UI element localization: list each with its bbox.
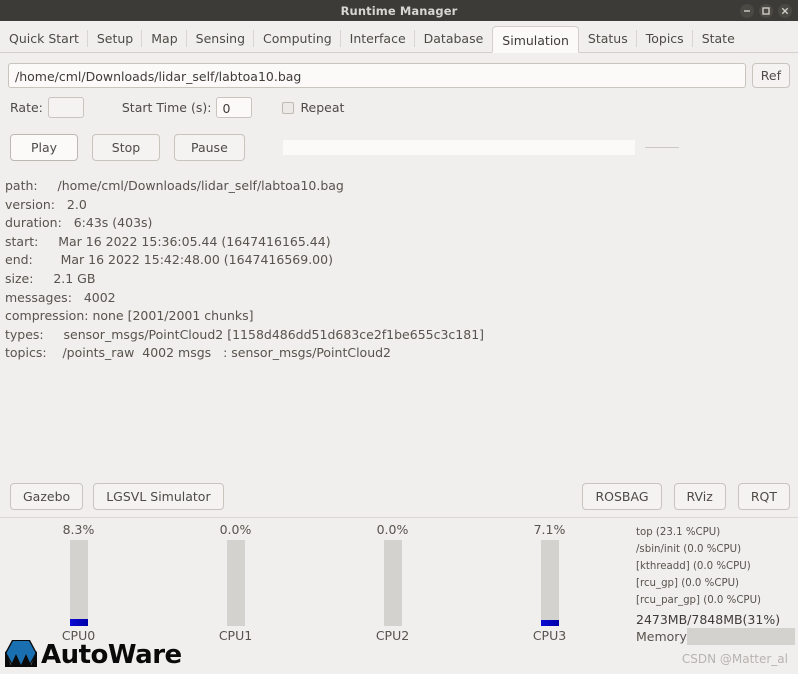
cpu-bar [383,540,402,626]
start-time-label: Start Time (s): [121,100,212,115]
tab-setup[interactable]: Setup [88,25,143,52]
launcher-right-group: ROSBAG RViz RQT [582,483,790,510]
rviz-button[interactable]: RViz [673,483,726,510]
tab-computing[interactable]: Computing [254,25,341,52]
cpu-gauge: 0.0% CPU2 [314,519,471,660]
repeat-checkbox[interactable] [282,101,295,114]
rate-input[interactable] [47,97,84,118]
bag-info-line: end: Mar 16 2022 15:42:48.00 (1647416569… [5,252,333,268]
cpu-percent-label: 0.0% [219,522,252,537]
tab-map[interactable]: Map [142,25,188,52]
divider [0,517,798,518]
repeat-label: Repeat [300,100,345,115]
process-list-item: [rcu_gp] (0.0 %CPU) [636,578,740,589]
launcher-button-row: Gazebo LGSVL Simulator ROSBAG RViz RQT [0,483,798,510]
transport-controls-row: Play Stop Pause [0,118,798,161]
autoware-hexagon-icon [4,638,38,672]
minimize-button[interactable] [740,3,754,18]
ref-button[interactable]: Ref [751,63,790,88]
bag-info-line: version: 2.0 [5,196,87,212]
bag-info-line: start: Mar 16 2022 15:36:05.44 (16474161… [5,233,331,249]
tab-interface[interactable]: Interface [341,25,415,52]
rosbag-button[interactable]: ROSBAG [582,483,662,510]
memory-usage-text: 2473MB/7848MB(31%) [636,612,781,627]
footer: AutoWare CSDN @Matter_al [0,640,798,674]
tab-database[interactable]: Database [415,25,493,52]
simulation-panel: /home/cml/Downloads/lidar_self/labtoa10.… [0,53,798,674]
play-button[interactable]: Play [10,134,78,161]
cpu-bar [226,540,245,626]
playback-progress-bar[interactable] [282,140,635,155]
launcher-left-group: Gazebo LGSVL Simulator [10,483,224,510]
bag-info-line: topics: /points_raw 4002 msgs : sensor_m… [5,345,392,361]
window-controls [740,0,792,21]
tab-sensing[interactable]: Sensing [187,25,255,52]
process-list-item: [kthreadd] (0.0 %CPU) [636,561,751,572]
pause-button[interactable]: Pause [174,134,245,161]
process-list-item: /sbin/init (0.0 %CPU) [636,544,742,555]
cpu-gauge: 7.1% CPU3 [471,519,628,660]
cpu-percent-label: 0.0% [376,522,409,537]
bag-info-line: compression: none [2001/2001 chunks] [5,308,254,324]
gazebo-button[interactable]: Gazebo [10,483,84,510]
watermark-text: CSDN @Matter_al [681,652,788,666]
process-list-item: [rcu_par_gp] (0.0 %CPU) [636,595,762,606]
cpu-bar [69,540,88,626]
start-time-input[interactable]: 0 [216,97,253,118]
stop-button[interactable]: Stop [92,134,160,161]
process-list-item: top (23.1 %CPU) [636,527,721,538]
window-titlebar: Runtime Manager [0,0,798,21]
cpu-bar-fill [540,619,559,626]
rate-label: Rate: [10,100,43,115]
cpu-percent-label: 8.3% [62,522,95,537]
bag-info-line: path: /home/cml/Downloads/lidar_self/lab… [5,178,344,193]
window-title: Runtime Manager [340,3,458,18]
bag-info-line: messages: 4002 [5,289,116,305]
tab-status[interactable]: Status [579,25,637,52]
autoware-logo-text: AutoWare [41,640,182,670]
tab-state[interactable]: State [693,25,744,52]
main-tabbar: Quick Start Setup Map Sensing Computing … [0,21,798,53]
bag-path-row: /home/cml/Downloads/lidar_self/labtoa10.… [0,53,798,88]
playback-options-row: Rate: Start Time (s): 0 Repeat [0,88,798,118]
cpu-percent-label: 7.1% [533,522,566,537]
bag-path-input[interactable]: /home/cml/Downloads/lidar_self/labtoa10.… [8,63,746,88]
playback-slider-track[interactable] [644,147,679,148]
bag-info-text: path: /home/cml/Downloads/lidar_self/lab… [0,161,798,363]
tab-simulation[interactable]: Simulation [492,26,579,53]
rqt-button[interactable]: RQT [737,483,790,510]
autoware-logo: AutoWare [4,638,182,672]
cpu-bar-fill [69,618,88,626]
lgsvl-simulator-button[interactable]: LGSVL Simulator [93,483,224,510]
tab-quick-start[interactable]: Quick Start [0,25,88,52]
maximize-button[interactable] [759,3,773,18]
bag-info-line: types: sensor_msgs/PointCloud2 [1158d486… [5,326,485,342]
process-and-memory-panel: top (23.1 %CPU) /sbin/init (0.0 %CPU) [k… [628,519,798,660]
close-button[interactable] [778,3,792,18]
playback-progress-area [282,140,798,155]
cpu-bar [540,540,559,626]
bag-info-line: size: 2.1 GB [5,270,96,286]
tab-topics[interactable]: Topics [637,25,693,52]
bag-info-line: duration: 6:43s (403s) [5,215,153,231]
